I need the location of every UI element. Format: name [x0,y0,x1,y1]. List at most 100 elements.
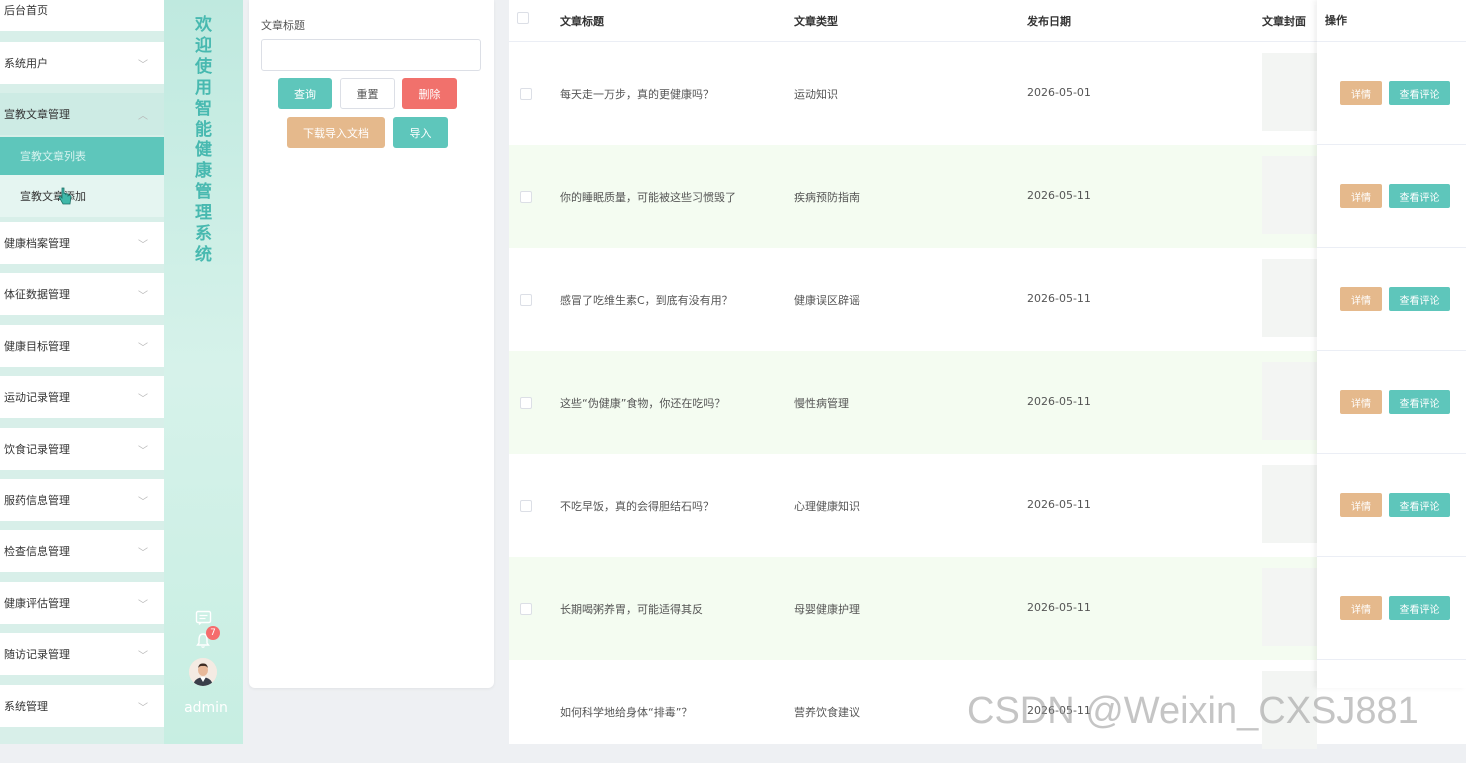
chevron-down-icon: ﹀ [138,702,148,714]
chevron-down-icon: ﹀ [138,547,148,559]
sidebar-item-7[interactable]: 饮食记录管理 ﹀ [0,428,164,470]
view-comments-button[interactable]: 查看评论 [1389,390,1450,414]
sidebar-item-4[interactable]: 体征数据管理 ﹀ [0,273,164,315]
welcome-char: 统 [195,244,212,265]
sidebar-item-label: 随访记录管理 [4,648,70,661]
cover-thumbnail [1262,156,1317,234]
sidebar-item-label: 健康评估管理 [4,597,70,610]
chevron-down-icon: ﹀ [138,59,148,71]
detail-button[interactable]: 详情 [1340,596,1382,620]
chevron-down-icon: ﹀ [138,650,148,662]
detail-button[interactable]: 详情 [1340,184,1382,208]
cell-type: 营养饮食建议 [794,706,860,719]
row-checkbox[interactable] [520,603,532,615]
reset-button[interactable]: 重置 [340,78,395,109]
cell-type: 疾病预防指南 [794,191,860,204]
hand-cursor-icon [58,187,72,205]
query-button[interactable]: 查询 [278,78,332,109]
cell-date: 2026-05-01 [1027,86,1091,99]
chevron-down-icon: ﹀ [138,393,148,405]
cell-title: 感冒了吃维生素C，到底有没有用？ [560,294,733,307]
view-comments-button[interactable]: 查看评论 [1389,184,1450,208]
header-ops: 操作 [1325,14,1347,27]
header-title: 文章标题 [560,15,604,28]
cover-thumbnail [1262,362,1317,440]
detail-button[interactable]: 详情 [1340,493,1382,517]
cell-title: 你的睡眠质量，可能被这些习惯毁了 [560,191,736,204]
cover-thumbnail [1262,259,1317,337]
row-checkbox[interactable] [520,191,532,203]
sidebar-item-6[interactable]: 运动记录管理 ﹀ [0,376,164,418]
sidebar-item-10[interactable]: 健康评估管理 ﹀ [0,582,164,624]
ops-row-divider [1317,556,1466,557]
sidebar-menu: 后台首页 系统用户 ﹀ 宣教文章管理 ︿ 健康档案管理 ﹀ 体征数据管理 ﹀ 健康目标管理 ﹀ 运动记… [0,0,164,744]
sidebar-item-label: 体征数据管理 [4,288,70,301]
chevron-down-icon: ﹀ [138,290,148,302]
detail-button[interactable]: 详情 [1340,390,1382,414]
sidebar-item-8[interactable]: 服药信息管理 ﹀ [0,479,164,521]
select-all-checkbox[interactable] [517,12,529,24]
avatar[interactable] [189,658,217,686]
sidebar-item-12[interactable]: 系统管理 ﹀ [0,685,164,727]
sidebar-item-3[interactable]: 健康档案管理 ﹀ [0,222,164,264]
cell-date: 2026-05-11 [1027,395,1091,408]
sidebar-item-label: 宣教文章管理 [4,108,70,121]
ops-row-divider [1317,350,1466,351]
row-checkbox[interactable] [520,88,532,100]
title-field-label: 文章标题 [261,19,305,32]
user-name: admin [184,700,228,716]
sidebar-item-2[interactable]: 宣教文章管理 ︿ [0,93,164,135]
view-comments-button[interactable]: 查看评论 [1389,493,1450,517]
chevron-down-icon: ﹀ [138,599,148,611]
cell-type: 母婴健康护理 [794,603,860,616]
cell-title: 不吃早饭，真的会得胆结石吗？ [560,500,714,513]
sidebar-item-label: 系统用户 [4,57,48,70]
sidebar-item-label: 后台首页 [4,4,48,17]
sidebar-item-label: 检查信息管理 [4,545,70,558]
submenu-item-article-add[interactable]: 宣教文章添加 [0,175,164,217]
chevron-down-icon: ﹀ [138,445,148,457]
view-comments-button[interactable]: 查看评论 [1389,81,1450,105]
chevron-down-icon: ﹀ [138,342,148,354]
detail-button[interactable]: 详情 [1340,287,1382,311]
cover-thumbnail [1262,465,1317,543]
sidebar-item-5[interactable]: 健康目标管理 ﹀ [0,325,164,367]
cover-thumbnail [1262,53,1317,131]
cell-date: 2026-05-11 [1027,498,1091,511]
cell-title: 如何科学地给身体“排毒”？ [560,706,693,719]
download-template-button[interactable]: 下载导入文档 [287,117,385,148]
chevron-down-icon: ﹀ [138,496,148,508]
view-comments-button[interactable]: 查看评论 [1389,287,1450,311]
sidebar-item-0[interactable]: 后台首页 [0,0,164,31]
detail-button[interactable]: 详情 [1340,81,1382,105]
sidebar-item-label: 健康目标管理 [4,340,70,353]
title-search-input[interactable] [261,39,481,71]
cell-type: 健康误区辟谣 [794,294,860,307]
sidebar-item-1[interactable]: 系统用户 ﹀ [0,42,164,84]
row-checkbox[interactable] [520,397,532,409]
sidebar-item-label: 运动记录管理 [4,391,70,404]
import-button[interactable]: 导入 [393,117,448,148]
cell-type: 心理健康知识 [794,500,860,513]
ops-row-divider [1317,247,1466,248]
notification-badge: 7 [206,626,220,640]
view-comments-button[interactable]: 查看评论 [1389,596,1450,620]
header-cover: 文章封面 [1262,15,1306,28]
sidebar-item-label: 饮食记录管理 [4,443,70,456]
row-checkbox[interactable] [520,294,532,306]
ops-header-divider [1317,41,1466,42]
ops-row-divider [1317,144,1466,145]
cell-date: 2026-05-11 [1027,601,1091,614]
sidebar-item-label: 健康档案管理 [4,237,70,250]
submenu-item-article-list[interactable]: 宣教文章列表 [0,137,164,175]
row-checkbox[interactable] [520,500,532,512]
sidebar-item-label: 系统管理 [4,700,48,713]
sidebar-item-9[interactable]: 检查信息管理 ﹀ [0,530,164,572]
chevron-up-icon: ︿ [138,110,148,122]
cell-title: 每天走一万步，真的更健康吗？ [560,88,714,101]
delete-button[interactable]: 删除 [402,78,457,109]
ops-row-divider [1317,659,1466,660]
message-icon[interactable] [195,610,212,627]
sidebar-item-11[interactable]: 随访记录管理 ﹀ [0,633,164,675]
watermark: CSDN @Weixin_CXSJ881 [967,690,1419,732]
